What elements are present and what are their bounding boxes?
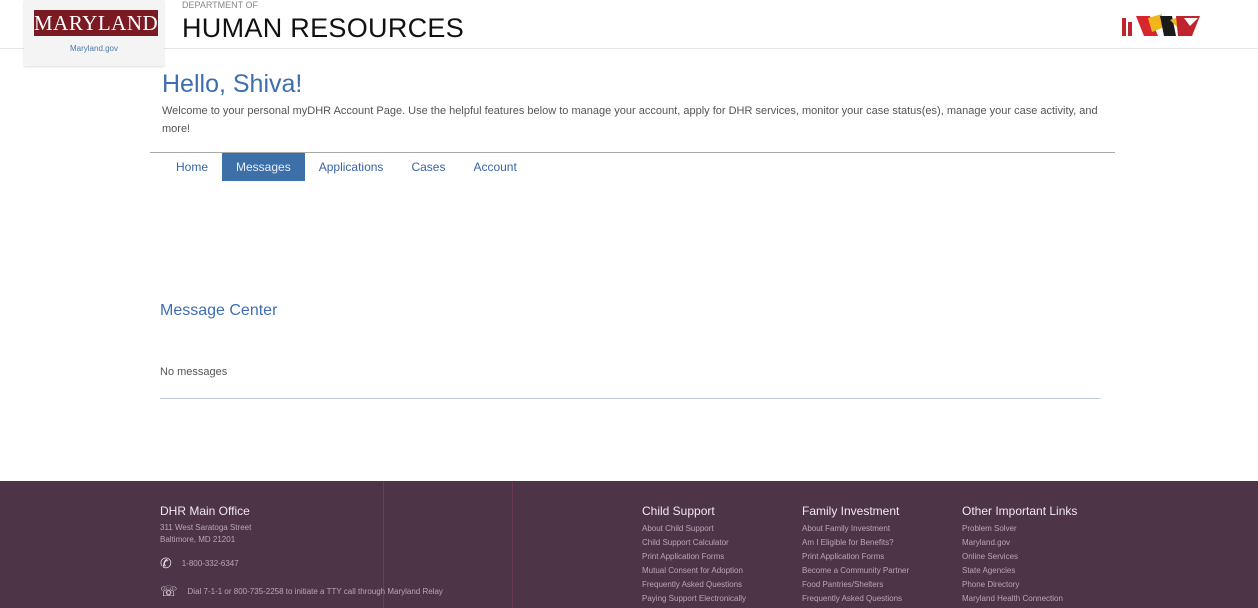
footer-child-support: Child Support About Child Support Child … [642, 504, 746, 606]
message-center-title: Message Center [160, 302, 278, 319]
dhr-logo[interactable] [1118, 12, 1204, 40]
footer-link[interactable]: Print Application Forms [802, 550, 909, 564]
footer-link[interactable]: Print Application Forms [642, 550, 746, 564]
department-prefix: DEPARTMENT OF [182, 0, 259, 10]
footer-link[interactable]: Problem Solver [962, 522, 1077, 536]
main-office-heading: DHR Main Office [160, 504, 250, 518]
tab-applications[interactable]: Applications [305, 153, 398, 181]
footer-link[interactable]: Maryland Health Connection [962, 592, 1077, 606]
footer-link[interactable]: State Agencies [962, 564, 1077, 578]
other-links-heading: Other Important Links [962, 504, 1078, 518]
main-nav: Home Messages Applications Cases Account [162, 153, 531, 181]
footer-other-links: Other Important Links Problem Solver Mar… [962, 504, 1077, 606]
footer-link[interactable]: Mutual Consent for Adoption [642, 564, 746, 578]
greeting-title: Hello, Shiva! [162, 70, 303, 98]
welcome-text: Welcome to your personal myDHR Account P… [162, 105, 1098, 135]
child-support-heading: Child Support [642, 504, 715, 518]
main-office-address-line2: Baltimore, MD 21201 [160, 535, 236, 544]
maryland-gov-link[interactable]: Maryland.gov [24, 44, 164, 53]
scan-streak [512, 481, 513, 608]
footer-main-office: DHR Main Office 311 West Saratoga Street… [160, 504, 251, 546]
footer-link[interactable]: Online Services [962, 550, 1077, 564]
tab-cases[interactable]: Cases [397, 153, 459, 181]
no-messages-text: No messages [160, 366, 228, 378]
family-investment-heading: Family Investment [802, 504, 900, 518]
tab-account[interactable]: Account [459, 153, 530, 181]
footer-link[interactable]: Become a Community Partner [802, 564, 909, 578]
site-footer: DHR Main Office 311 West Saratoga Street… [0, 481, 1258, 608]
footer-tty: ☏ Dial 7-1-1 or 800-735-2258 to initiate… [160, 583, 443, 600]
footer-link[interactable]: About Child Support [642, 522, 746, 536]
footer-phone: ✆ 1-800-332-6347 [160, 555, 239, 572]
phone-number[interactable]: 1-800-332-6347 [182, 559, 239, 568]
site-header: MARYLAND Maryland.gov DEPARTMENT OF HUMA… [0, 0, 1258, 66]
tab-messages[interactable]: Messages [222, 153, 305, 181]
footer-link[interactable]: Maryland.gov [962, 536, 1077, 550]
footer-link[interactable]: Am I Eligible for Benefits? [802, 536, 909, 550]
footer-link[interactable]: Frequently Asked Questions [642, 578, 746, 592]
footer-link[interactable]: Child Support Calculator [642, 536, 746, 550]
tty-text: Dial 7-1-1 or 800-735-2258 to initiate a… [187, 587, 443, 596]
footer-link[interactable]: Paying Support Electronically [642, 592, 746, 606]
footer-family-investment: Family Investment About Family Investmen… [802, 504, 909, 606]
message-center-divider [160, 398, 1100, 399]
phone-icon: ✆ [160, 555, 172, 571]
footer-link[interactable]: Frequently Asked Questions [802, 592, 909, 606]
tty-icon: ☏ [160, 583, 178, 599]
footer-link[interactable]: Phone Directory [962, 578, 1077, 592]
department-title[interactable]: HUMAN RESOURCES [182, 13, 464, 44]
maryland-badge[interactable]: MARYLAND Maryland.gov [24, 0, 164, 66]
tab-home[interactable]: Home [162, 153, 222, 181]
footer-link[interactable]: Food Pantries/Shelters [802, 578, 909, 592]
main-office-address-line1: 311 West Saratoga Street [160, 523, 252, 532]
footer-link[interactable]: About Family Investment [802, 522, 909, 536]
maryland-logo[interactable]: MARYLAND [34, 10, 158, 36]
